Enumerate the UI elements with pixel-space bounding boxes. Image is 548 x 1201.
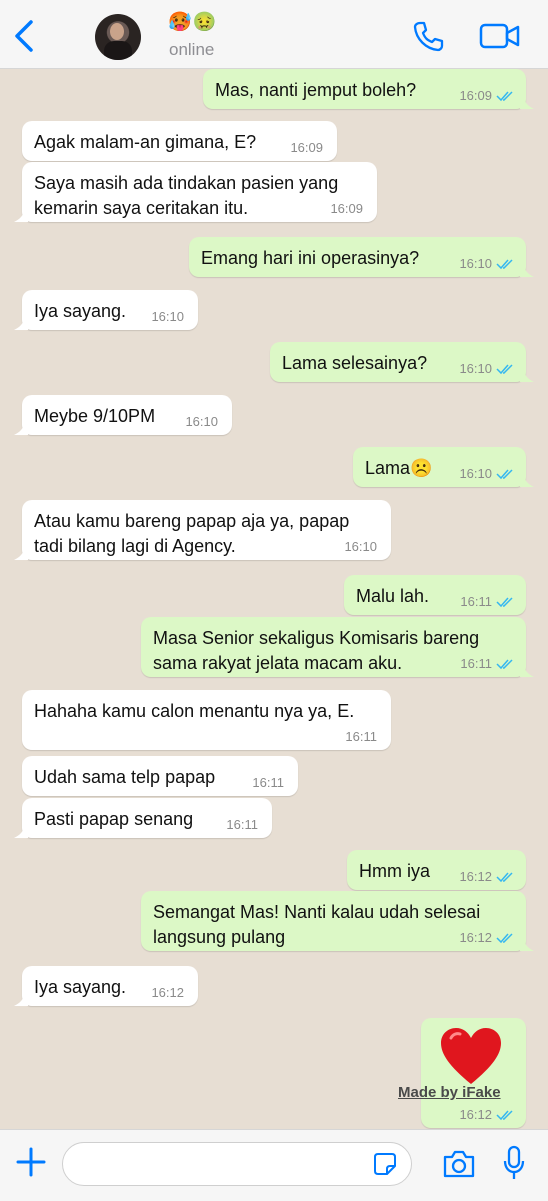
message-text: Masa Senior sekaligus Komisaris bareng sa… [153,628,480,673]
message-text: Agak malam-an gimana, E? [34,132,257,152]
double-check-icon [496,469,513,480]
message-time: 16:09 [290,140,323,155]
message-time: 16:12 [459,930,492,945]
message-outgoing[interactable]: Lama selesainya? 16:10 [270,342,534,382]
message-outgoing-sticker[interactable]: Made by iFake 16:12 [398,1018,526,1128]
microphone-icon[interactable] [503,1145,525,1181]
plus-icon[interactable] [15,1146,47,1178]
bubble-tail [14,208,28,222]
message-incoming[interactable]: Meybe 9/10PM 16:10 [14,395,232,435]
message-text: Iya sayang. [34,977,127,997]
message-outgoing[interactable]: Lama☹️ 16:10 [353,447,534,487]
message-time: 16:11 [460,656,492,671]
message-time: 16:10 [459,466,492,481]
bubble-tail [520,663,534,677]
online-status: online [169,40,215,59]
double-check-icon [496,933,513,944]
message-time: 16:10 [151,309,184,324]
message-time: 16:11 [226,817,258,832]
bubble-tail [14,824,28,838]
message-time: 16:10 [344,539,377,554]
message-time: 16:12 [151,985,184,1000]
heart-icon [441,1028,501,1084]
double-check-icon [496,364,513,375]
message-time: 16:09 [459,88,492,103]
double-check-icon [496,91,513,102]
bubble-tail [14,992,28,1006]
input-bar [0,1129,548,1201]
bubble-tail [520,473,534,487]
message-incoming[interactable]: Hahaha kamu calon menantu nya ya, E. 16:… [22,690,391,750]
message-time: 16:10 [459,256,492,271]
message-incoming[interactable]: Iya sayang. 16:12 [14,966,198,1006]
message-incoming[interactable]: Udah sama telp papap 16:11 [22,756,298,796]
bubble-tail [520,263,534,277]
bubble-tail [520,368,534,382]
double-check-icon [496,659,513,670]
message-outgoing[interactable]: Hmm iya 16:12 [347,850,526,890]
message-text: Hmm iya [359,861,430,881]
message-time: 16:10 [185,414,218,429]
double-check-icon [496,872,513,883]
double-check-icon [496,1110,513,1121]
message-text: Hahaha kamu calon menantu nya ya, E. [34,701,355,721]
bubble-tail [14,316,28,330]
sticker-icon[interactable] [373,1152,397,1176]
message-outgoing[interactable]: Malu lah. 16:11 [344,575,526,615]
chevron-left-icon[interactable] [10,18,40,54]
message-text: Emang hari ini operasinya? [201,248,420,268]
message-incoming[interactable]: Agak malam-an gimana, E? 16:09 [22,121,337,161]
contact-name[interactable]: 🥵🤢 [168,12,217,34]
message-time: 16:11 [460,594,492,609]
video-camera-icon[interactable] [479,22,521,50]
double-check-icon [496,259,513,270]
double-check-icon [496,597,513,608]
message-time: 16:11 [252,775,284,790]
message-text: Malu lah. [356,586,430,606]
message-text: Udah sama telp papap [34,767,216,787]
bubble-tail [520,937,534,951]
message-outgoing[interactable]: Emang hari ini operasinya? 16:10 [189,237,534,277]
message-time: 16:12 [459,869,492,884]
message-text: Iya sayang. [34,301,127,321]
message-text: Lama selesainya? [282,353,428,373]
chat-header: 🥵🤢 online [0,0,548,69]
message-list: Mas, nanti jemput boleh? 16:09 Agak mala… [0,69,548,1129]
avatar[interactable] [95,14,141,60]
bubble-tail [520,95,534,109]
message-outgoing[interactable]: Semangat Mas! Nanti kalau udah selesai la… [141,891,534,951]
message-text: Pasti papap senang [34,809,194,829]
message-text: Lama☹️ [365,458,433,478]
message-outgoing[interactable]: Masa Senior sekaligus Komisaris bareng sa… [141,617,534,677]
message-text: Mas, nanti jemput boleh? [215,80,417,100]
message-incoming[interactable]: Saya masih ada tindakan pasien yang kemar… [14,162,377,222]
message-text: Saya masih ada tindakan pasien yang kemar… [34,173,339,218]
camera-icon[interactable] [442,1150,476,1178]
message-input-container[interactable] [62,1142,412,1186]
message-time: 16:12 [459,1107,492,1122]
watermark: Made by iFake [398,1084,501,1101]
message-incoming[interactable]: Pasti papap senang 16:11 [14,798,272,838]
bubble-tail [14,421,28,435]
bubble-tail [14,546,28,560]
message-input[interactable] [77,1151,371,1179]
message-time: 16:11 [345,729,377,744]
message-time: 16:09 [330,201,363,216]
phone-icon[interactable] [412,20,444,52]
message-text: Atau kamu bareng papap aja ya, papap tadi… [34,511,350,556]
message-time: 16:10 [459,361,492,376]
message-incoming[interactable]: Iya sayang. 16:10 [14,290,198,330]
message-text: Meybe 9/10PM [34,406,156,426]
message-text: Semangat Mas! Nanti kalau udah selesai la… [153,902,481,947]
message-outgoing[interactable]: Mas, nanti jemput boleh? 16:09 [203,69,534,109]
message-incoming[interactable]: Atau kamu bareng papap aja ya, papap tadi… [14,500,391,560]
